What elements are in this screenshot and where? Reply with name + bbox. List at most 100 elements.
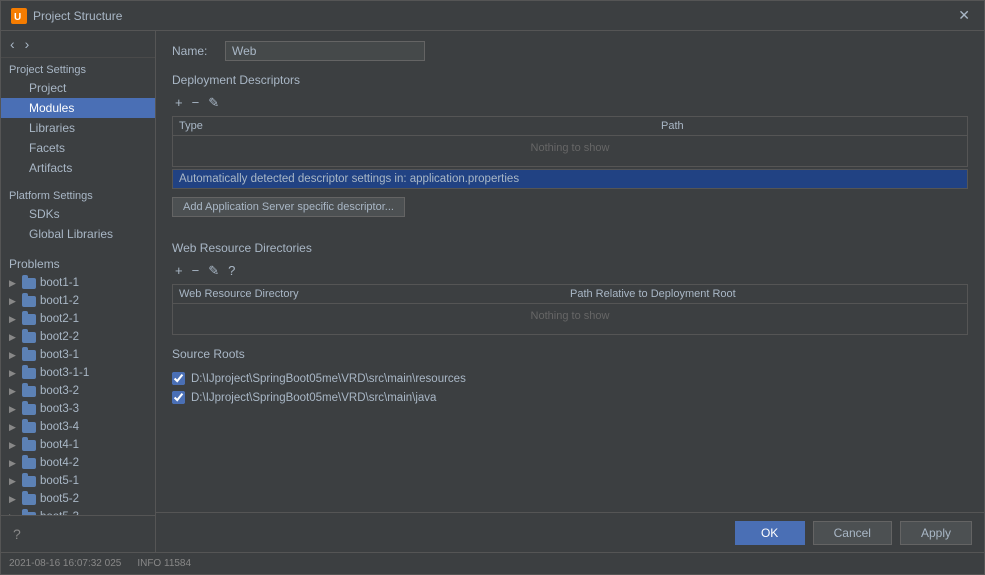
dialog-title: Project Structure bbox=[33, 9, 122, 23]
back-button[interactable]: ‹ bbox=[7, 35, 18, 53]
tree-item-boot5-2[interactable]: ▶ boot5-2 bbox=[1, 490, 155, 508]
tree-item-boot5-3[interactable]: ▶ boot5-3 bbox=[1, 508, 155, 515]
folder-icon bbox=[21, 348, 37, 362]
col-type: Type bbox=[179, 120, 661, 132]
tree-label: boot3-3 bbox=[40, 403, 79, 415]
arrow-icon: ▶ bbox=[9, 422, 21, 433]
deployment-descriptors-table: Type Path Nothing to show bbox=[172, 116, 968, 167]
source-checkbox-java[interactable] bbox=[172, 391, 185, 404]
add-server-button[interactable]: Add Application Server specific descript… bbox=[172, 197, 405, 217]
folder-icon bbox=[21, 510, 37, 515]
dd-edit-button[interactable]: ✎ bbox=[205, 95, 222, 110]
title-bar-left: U Project Structure bbox=[11, 8, 122, 24]
sidebar-item-facets[interactable]: Facets bbox=[1, 138, 155, 158]
source-item-java: D:\IJproject\SpringBoot05me\VRD\src\main… bbox=[172, 388, 968, 407]
arrow-icon: ▶ bbox=[9, 368, 21, 379]
wrd-remove-button[interactable]: − bbox=[189, 263, 203, 278]
sidebar-item-artifacts[interactable]: Artifacts bbox=[1, 158, 155, 178]
dd-remove-button[interactable]: − bbox=[189, 95, 203, 110]
ok-button[interactable]: OK bbox=[735, 521, 805, 545]
tree-item-boot2-1[interactable]: ▶ boot2-1 bbox=[1, 310, 155, 328]
tree-item-boot3-1-1[interactable]: ▶ boot3-1-1 bbox=[1, 364, 155, 382]
wrd-edit-button[interactable]: ✎ bbox=[205, 263, 222, 278]
dialog-body: ‹ › Project Settings Project Modules Lib… bbox=[1, 31, 984, 552]
status-date-time: 2021-08-16 16:07:32 025 bbox=[9, 558, 121, 569]
wrd-help-button[interactable]: ? bbox=[225, 263, 238, 278]
dd-add-button[interactable]: + bbox=[172, 95, 186, 110]
tree-item-boot1-1[interactable]: ▶ boot1-1 bbox=[1, 274, 155, 292]
folder-icon bbox=[21, 312, 37, 326]
tree-label: boot1-1 bbox=[40, 277, 79, 289]
tree-item-boot2-2[interactable]: ▶ boot2-2 bbox=[1, 328, 155, 346]
folder-icon bbox=[21, 474, 37, 488]
sidebar-item-sdks[interactable]: SDKs bbox=[1, 204, 155, 224]
left-panel: ‹ › Project Settings Project Modules Lib… bbox=[1, 31, 156, 552]
source-roots-label: Source Roots bbox=[172, 347, 968, 361]
arrow-icon: ▶ bbox=[9, 494, 21, 505]
apply-button[interactable]: Apply bbox=[900, 521, 972, 545]
folder-icon bbox=[21, 330, 37, 344]
arrow-icon: ▶ bbox=[9, 350, 21, 361]
tree-label: boot5-2 bbox=[40, 493, 79, 505]
tree-label: boot5-1 bbox=[40, 475, 79, 487]
auto-detected-container: Automatically detected descriptor settin… bbox=[172, 169, 968, 189]
nothing-to-show-wrd: Nothing to show bbox=[173, 304, 967, 328]
nav-toolbar: ‹ › bbox=[1, 31, 155, 58]
arrow-icon: ▶ bbox=[9, 278, 21, 289]
tree-item-boot3-4[interactable]: ▶ boot3-4 bbox=[1, 418, 155, 436]
help-button[interactable]: ? bbox=[9, 522, 25, 546]
tree-label: boot4-1 bbox=[40, 439, 79, 451]
tree-label: boot4-2 bbox=[40, 457, 79, 469]
sidebar-item-libraries[interactable]: Libraries bbox=[1, 118, 155, 138]
col-path: Path bbox=[661, 120, 961, 132]
auto-detected-row[interactable]: Automatically detected descriptor settin… bbox=[173, 170, 967, 188]
nothing-to-show-dd: Nothing to show bbox=[173, 136, 967, 160]
add-server-container: Add Application Server specific descript… bbox=[172, 197, 968, 229]
folder-icon bbox=[21, 402, 37, 416]
sidebar-item-project[interactable]: Project bbox=[1, 78, 155, 98]
table-body-dd: Nothing to show bbox=[173, 136, 967, 166]
tree-item-boot4-2[interactable]: ▶ boot4-2 bbox=[1, 454, 155, 472]
folder-icon bbox=[21, 420, 37, 434]
tree-item-boot3-1[interactable]: ▶ boot3-1 bbox=[1, 346, 155, 364]
web-resource-label: Web Resource Directories bbox=[172, 241, 968, 255]
name-input[interactable] bbox=[225, 41, 425, 61]
tree-label: boot3-1-1 bbox=[40, 367, 89, 379]
status-info: INFO 11584 bbox=[137, 558, 191, 569]
folder-icon bbox=[21, 456, 37, 470]
forward-button[interactable]: › bbox=[22, 35, 33, 53]
folder-icon bbox=[21, 366, 37, 380]
source-item-resources: D:\IJproject\SpringBoot05me\VRD\src\main… bbox=[172, 369, 968, 388]
sidebar-item-global-libraries[interactable]: Global Libraries bbox=[1, 224, 155, 244]
source-path-java: D:\IJproject\SpringBoot05me\VRD\src\main… bbox=[191, 392, 436, 404]
folder-icon bbox=[21, 438, 37, 452]
table-body-wrd: Nothing to show bbox=[173, 304, 967, 334]
auto-detected-text: Automatically detected descriptor settin… bbox=[179, 173, 961, 185]
arrow-icon: ▶ bbox=[9, 404, 21, 415]
table-header-wrd: Web Resource Directory Path Relative to … bbox=[173, 285, 967, 304]
sidebar-item-modules[interactable]: Modules bbox=[1, 98, 155, 118]
cancel-button[interactable]: Cancel bbox=[813, 521, 892, 545]
tree-label: boot2-1 bbox=[40, 313, 79, 325]
tree-label: boot3-1 bbox=[40, 349, 79, 361]
name-field-row: Name: bbox=[172, 41, 968, 61]
name-label: Name: bbox=[172, 44, 217, 58]
tree-item-boot1-2[interactable]: ▶ boot1-2 bbox=[1, 292, 155, 310]
close-button[interactable]: ✕ bbox=[954, 5, 974, 26]
sidebar-item-problems[interactable]: Problems bbox=[1, 254, 155, 274]
folder-icon bbox=[21, 384, 37, 398]
tree-item-boot3-2[interactable]: ▶ boot3-2 bbox=[1, 382, 155, 400]
tree-item-boot5-1[interactable]: ▶ boot5-1 bbox=[1, 472, 155, 490]
module-tree: ▶ boot1-1 ▶ boot1-2 ▶ boot2-1 ▶ bbox=[1, 274, 155, 515]
tree-item-boot3-3[interactable]: ▶ boot3-3 bbox=[1, 400, 155, 418]
title-bar: U Project Structure ✕ bbox=[1, 1, 984, 31]
tree-item-boot4-1[interactable]: ▶ boot4-1 bbox=[1, 436, 155, 454]
wrd-add-button[interactable]: + bbox=[172, 263, 186, 278]
source-checkbox-resources[interactable] bbox=[172, 372, 185, 385]
arrow-icon: ▶ bbox=[9, 476, 21, 487]
arrow-icon: ▶ bbox=[9, 440, 21, 451]
tree-label: boot3-2 bbox=[40, 385, 79, 397]
col-web-resource-dir: Web Resource Directory bbox=[179, 288, 570, 300]
tree-label: boot1-2 bbox=[40, 295, 79, 307]
wrd-toolbar: + − ✎ ? bbox=[172, 263, 968, 278]
